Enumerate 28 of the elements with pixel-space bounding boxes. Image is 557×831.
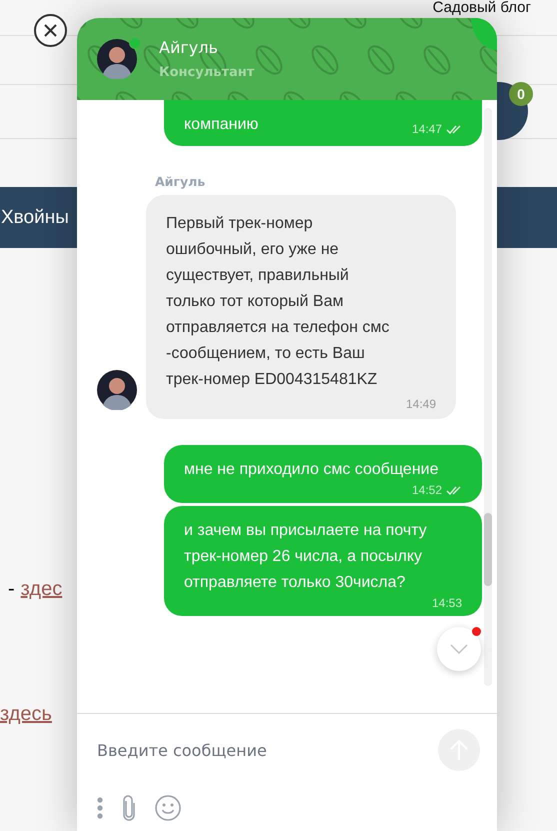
sender-name: Айгуль <box>155 174 206 189</box>
paperclip-icon[interactable] <box>121 795 137 821</box>
smiley-icon[interactable] <box>155 795 181 821</box>
agent-role: Консультант <box>159 65 254 80</box>
message-time: 14:52 <box>412 483 442 497</box>
message-input[interactable]: Введите сообщение <box>97 736 397 764</box>
cart-count: 0 <box>509 82 533 106</box>
agent-name: Айгуль <box>159 38 219 57</box>
more-icon[interactable] <box>97 797 103 819</box>
close-icon[interactable] <box>34 14 67 47</box>
blog-link[interactable]: Садовый блог <box>432 0 531 16</box>
scrollbar-thumb[interactable] <box>484 513 492 586</box>
scrollbar[interactable] <box>484 108 492 686</box>
message-time: 14:53 <box>432 596 462 610</box>
avatar-icon <box>97 370 137 410</box>
scroll-down-button[interactable] <box>437 627 481 671</box>
text-link[interactable]: здес <box>20 578 62 601</box>
message-text: Первый трек-номер ошибочный, его уже не существует, правильный только тот который Вам отправляется на телефон смс -сообщением, то есть Ваш трек-номер ED004315481KZ <box>166 214 390 390</box>
chevron-down-icon <box>450 644 468 654</box>
dash-text: - <box>8 578 15 601</box>
category-label[interactable]: Хвойны <box>1 206 69 228</box>
message-time: 14:47 <box>412 122 442 136</box>
avatar-icon <box>97 39 137 79</box>
message-text: мне не приходило смс сообщение <box>184 460 438 480</box>
message-time: 14:49 <box>406 397 436 411</box>
message-text: компанию <box>184 115 258 135</box>
text-link[interactable]: здесь <box>0 703 52 725</box>
message-text: и зачем вы присылаете на почту трек-номер 26 числа, а посылку отправляете только 30числа? <box>184 521 428 593</box>
